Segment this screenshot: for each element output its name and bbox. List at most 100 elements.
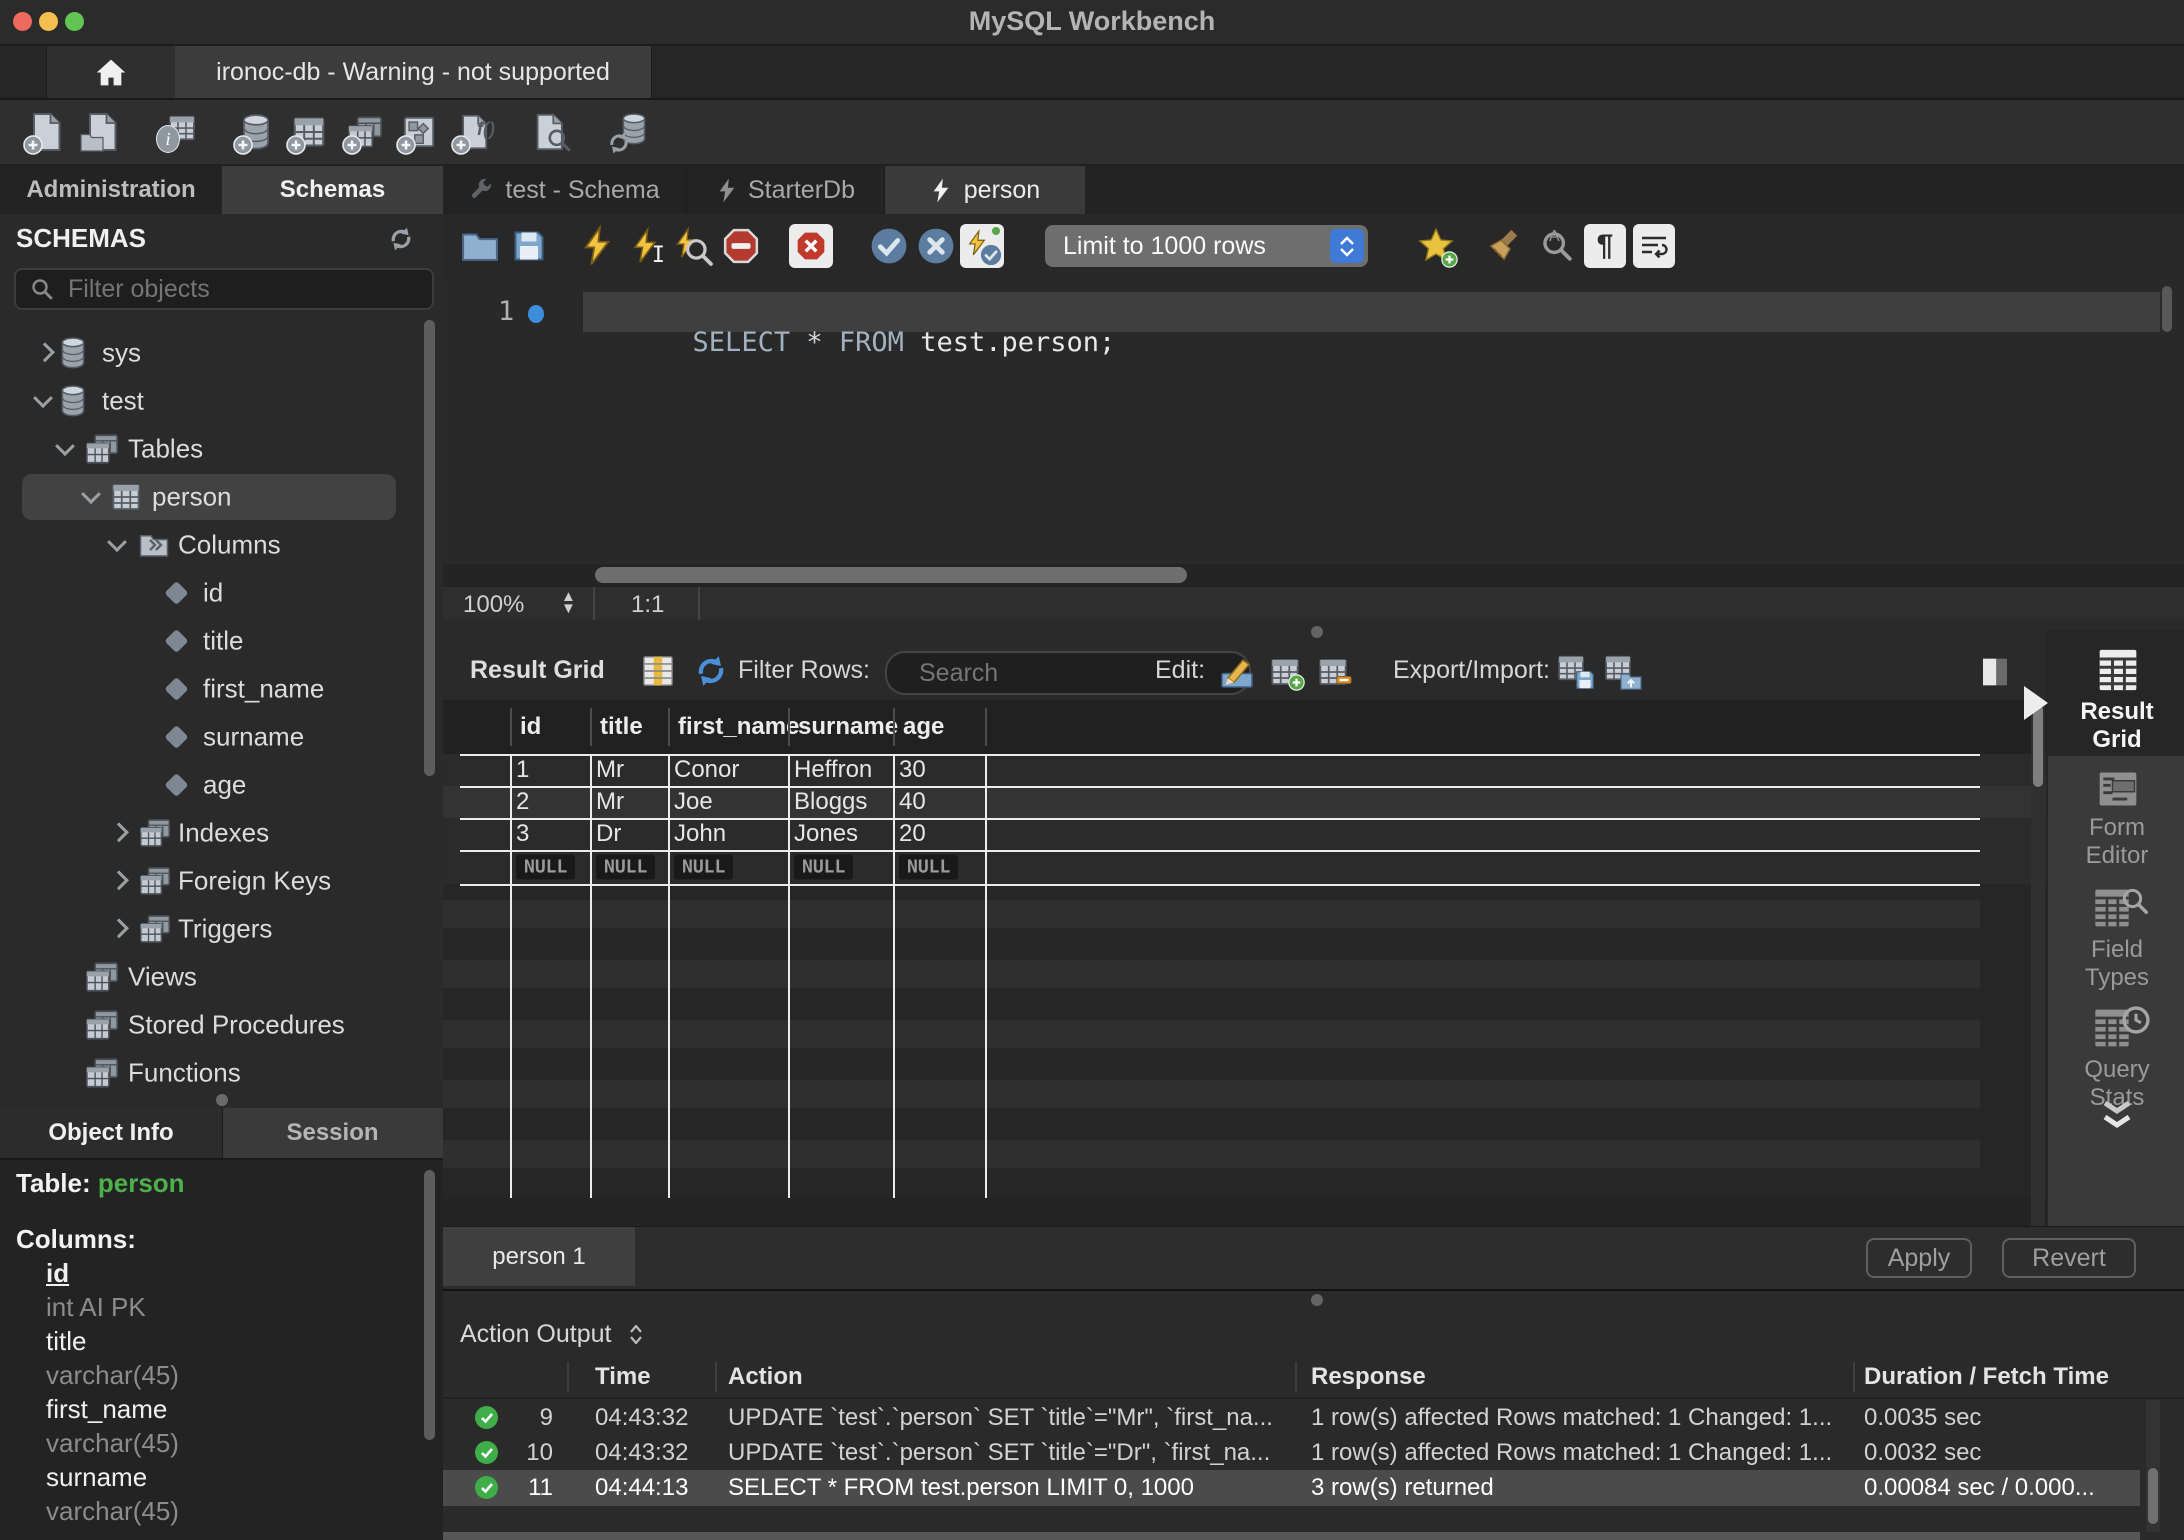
tree-scrollbar[interactable] [424,320,435,776]
create-table-button[interactable] [286,109,332,155]
sql-editor[interactable]: 1 SELECT * FROM test.person; [443,278,2184,564]
side-panel-item-field-types[interactable]: Field Types [2048,876,2184,996]
side-panel-more-button[interactable] [2048,1088,2184,1148]
open-script-button[interactable] [458,224,502,268]
grid-cell[interactable]: 40 [899,788,926,816]
grid-header-age[interactable]: age [903,713,944,741]
tree-item-columns[interactable]: Columns [0,521,420,569]
open-sql-file-button[interactable] [79,109,125,155]
apply-button[interactable]: Apply [1866,1238,1972,1278]
editor-h-scrollbar-thumb[interactable] [595,567,1187,583]
explain-plan-button[interactable] [671,222,715,270]
beautify-script-button[interactable] [1485,224,1529,268]
column-display-button[interactable] [640,653,676,689]
tree-item-id[interactable]: id [0,569,420,617]
save-snippet-button[interactable] [1414,224,1458,268]
grid-cell[interactable]: Mr [596,756,624,784]
null-placeholder[interactable]: NULL [596,855,655,880]
export-recordset-button[interactable] [1556,653,1596,691]
tab-starterdb[interactable]: StarterDb [687,166,885,214]
grid-header-title[interactable]: title [600,713,643,741]
side-panel-item-form-editor[interactable]: Form Editor [2048,756,2184,876]
null-placeholder[interactable]: NULL [674,855,733,880]
null-placeholder[interactable]: NULL [794,855,853,880]
toggle-word-wrap-button[interactable] [1633,224,1675,268]
create-function-button[interactable]: f() [451,109,497,155]
toggle-side-panel-button[interactable] [1975,653,2015,691]
grid-cell[interactable]: Joe [674,788,713,816]
toggle-stop-on-error-button[interactable] [789,224,833,268]
rollback-button[interactable] [914,224,958,268]
save-script-button[interactable] [507,224,551,268]
chevron-right-icon[interactable] [109,822,129,842]
grid-header-first-name[interactable]: first_name [678,713,799,741]
search-table-data-button[interactable] [526,109,572,155]
editor-result-splitter[interactable] [443,620,2184,642]
import-recordset-button[interactable] [1603,653,1643,691]
tree-item-views[interactable]: Views [0,953,420,1001]
zoom-stepper[interactable]: ▲▼ [561,591,576,615]
inspector-button[interactable]: i [154,109,200,155]
edit-record-button[interactable] [1217,653,1257,691]
toggle-invisibles-button[interactable]: ¶ [1584,224,1626,268]
null-placeholder[interactable]: NULL [516,855,575,880]
filter-objects-box[interactable] [14,268,434,310]
tree-item-sys[interactable]: sys [0,329,420,377]
chevron-down-icon[interactable] [55,436,75,456]
refresh-schemas-icon[interactable] [388,226,414,252]
limit-rows-dropdown[interactable]: Limit to 1000 rows [1045,225,1368,267]
new-sql-tab-button[interactable] [23,109,69,155]
action-output-h-scrollbar[interactable] [443,1532,2140,1540]
tab-object-info[interactable]: Object Info [0,1108,223,1158]
grid-cell[interactable]: Bloggs [794,788,867,816]
grid-cell[interactable]: John [674,820,726,848]
grid-row-1[interactable]: 1 Mr Conor Heffron 30 [443,754,2046,786]
action-output-row-11-selected[interactable]: 11 04:44:13 SELECT * FROM test.person LI… [443,1470,2140,1506]
tree-item-test[interactable]: test [0,377,420,425]
grid-cell[interactable]: Jones [794,820,858,848]
create-procedure-button[interactable] [396,109,442,155]
tree-item-stored-procedures[interactable]: Stored Procedures [0,1001,420,1049]
delete-row-button[interactable] [1313,653,1353,691]
dropdown-stepper[interactable] [1330,229,1364,263]
grid-cell[interactable]: Conor [674,756,739,784]
null-placeholder[interactable]: NULL [899,855,958,880]
home-tab[interactable] [46,46,176,98]
grid-row-3[interactable]: 3 Dr John Jones 20 [443,818,2046,850]
result-tab-person1[interactable]: person 1 [443,1227,635,1286]
reconnect-dbms-button[interactable] [607,109,653,155]
tree-item-title[interactable]: title [0,617,420,665]
tab-session[interactable]: Session [222,1108,443,1158]
find-panel-button[interactable]: A [1535,224,1579,268]
chevron-right-icon[interactable] [109,870,129,890]
tree-item-triggers[interactable]: Triggers [0,905,420,953]
column-name-id[interactable]: id [46,1258,69,1289]
toggle-autocommit-button[interactable] [960,224,1004,268]
grid-cell[interactable]: 3 [516,820,529,848]
create-schema-button[interactable] [233,109,279,155]
tab-test-schema[interactable]: test - Schema [443,166,687,214]
action-output-row-9[interactable]: 9 04:43:32 UPDATE `test`.`person` SET `t… [443,1400,2140,1435]
object-info-scrollbar[interactable] [424,1170,435,1440]
sidebar-resize-handle[interactable] [216,1094,228,1106]
stop-button[interactable] [719,224,763,268]
tree-item-tables[interactable]: Tables [0,425,420,473]
grid-header-surname[interactable]: surname [798,713,898,741]
chevron-down-icon[interactable] [33,388,53,408]
insert-row-button[interactable] [1265,653,1305,691]
grid-cell[interactable]: Heffron [794,756,872,784]
execute-current-statement-button[interactable]: I [623,222,667,270]
zoom-level-value[interactable]: 100% [463,591,524,619]
refresh-grid-button[interactable] [693,653,729,689]
tree-item-foreign-keys[interactable]: Foreign Keys [0,857,420,905]
grid-cell[interactable]: Mr [596,788,624,816]
connection-tab[interactable]: ironoc-db - Warning - not supported [175,46,652,98]
chevron-right-icon[interactable] [109,918,129,938]
editor-vertical-scrollbar[interactable] [2162,286,2172,332]
grid-null-row[interactable]: NULL NULL NULL NULL NULL [443,850,2046,884]
side-panel-item-result-grid[interactable]: Result Grid [2048,630,2184,756]
tab-person[interactable]: person [885,166,1085,214]
tree-item-age[interactable]: age [0,761,420,809]
grid-cell[interactable]: 1 [516,756,529,784]
tree-item-functions[interactable]: Functions [0,1049,420,1097]
